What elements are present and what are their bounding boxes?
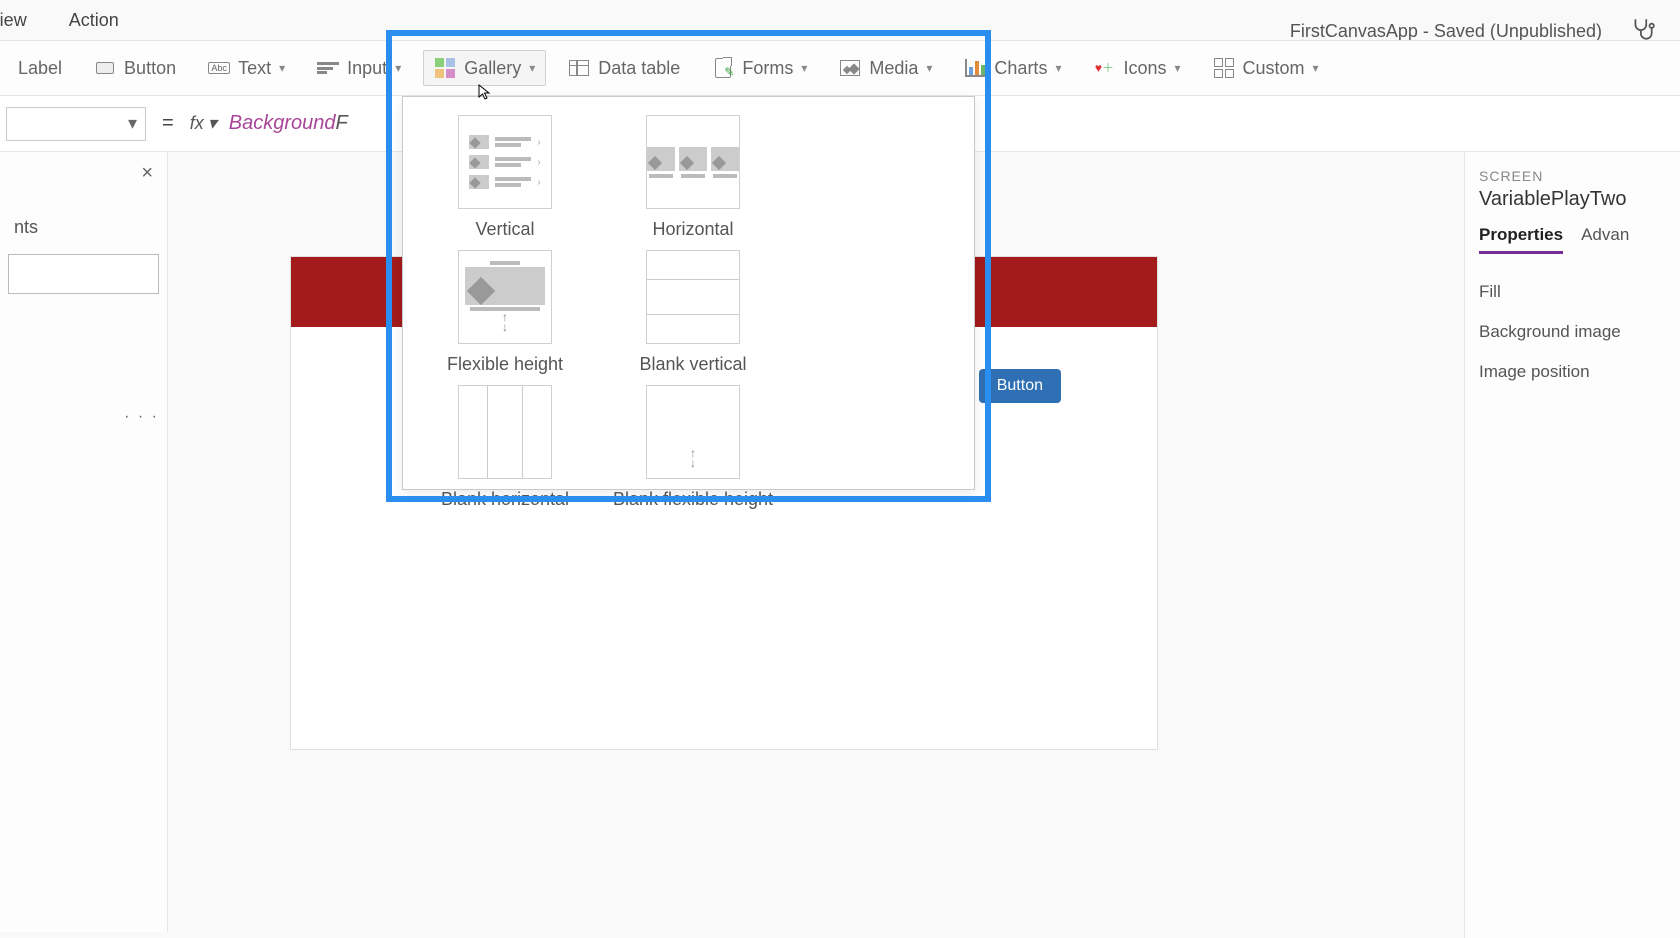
ribbon-icons-text: Icons bbox=[1123, 58, 1166, 79]
input-icon bbox=[317, 57, 339, 79]
chevron-down-icon: ▾ bbox=[926, 61, 932, 75]
ribbon-gallery[interactable]: Gallery ▾ bbox=[423, 50, 546, 86]
formula-suffix: F bbox=[336, 112, 348, 134]
chevron-down-icon: ▾ bbox=[1175, 61, 1181, 75]
ribbon-forms-text: Forms bbox=[742, 58, 793, 79]
ribbon-data-table-text: Data table bbox=[598, 58, 680, 79]
screen-name: VariablePlayTwo bbox=[1479, 188, 1666, 211]
panel-heading: SCREEN bbox=[1479, 168, 1666, 184]
ribbon-charts[interactable]: Charts ▾ bbox=[954, 51, 1071, 85]
menu-view[interactable]: View bbox=[0, 10, 27, 31]
prop-image-position[interactable]: Image position bbox=[1479, 352, 1666, 392]
ribbon-charts-text: Charts bbox=[994, 58, 1047, 79]
ribbon-input[interactable]: Input ▾ bbox=[307, 51, 411, 85]
left-panel: × nts · · · bbox=[0, 152, 168, 932]
charts-icon bbox=[964, 57, 986, 79]
canvas-button[interactable]: Button bbox=[979, 369, 1061, 403]
gallery-icon bbox=[434, 57, 456, 79]
menu-action[interactable]: Action bbox=[69, 10, 119, 31]
thumbnail-icon bbox=[646, 250, 740, 344]
gallery-option-blank-flexible-height[interactable]: ↑↓ Blank flexible height bbox=[599, 385, 787, 510]
chevron-down-icon: ▾ bbox=[128, 113, 137, 134]
tab-properties[interactable]: Properties bbox=[1479, 225, 1563, 254]
ribbon-forms[interactable]: Forms ▾ bbox=[702, 51, 817, 85]
chevron-down-icon: ▾ bbox=[529, 61, 535, 75]
gallery-option-vertical[interactable]: › › › Vertical bbox=[411, 115, 599, 240]
ribbon-data-table[interactable]: Data table bbox=[558, 51, 690, 85]
properties-panel: SCREEN VariablePlayTwo Properties Advan … bbox=[1464, 152, 1680, 938]
option-label: Blank flexible height bbox=[613, 489, 773, 510]
form-icon bbox=[712, 57, 734, 79]
button-icon bbox=[94, 57, 116, 79]
tab-advanced[interactable]: Advan bbox=[1581, 225, 1629, 254]
left-heading: nts bbox=[0, 195, 167, 248]
ribbon-text[interactable]: Abc Text ▾ bbox=[198, 51, 295, 85]
gallery-option-flexible-height[interactable]: ↑↓ Flexible height bbox=[411, 250, 599, 375]
option-label: Horizontal bbox=[652, 219, 733, 240]
text-icon: Abc bbox=[208, 57, 230, 79]
ribbon-input-text: Input bbox=[347, 58, 387, 79]
chevron-down-icon: ▾ bbox=[208, 113, 217, 134]
custom-icon bbox=[1213, 57, 1235, 79]
ribbon-button-text: Button bbox=[124, 58, 176, 79]
prop-fill[interactable]: Fill bbox=[1479, 272, 1666, 312]
ribbon-gallery-text: Gallery bbox=[464, 58, 521, 79]
ribbon-media-text: Media bbox=[869, 58, 918, 79]
thumbnail-icon bbox=[646, 115, 740, 209]
thumbnail-icon bbox=[458, 385, 552, 479]
fx-label: fx bbox=[190, 113, 204, 134]
ribbon: Label Button Abc Text ▾ Input ▾ Gallery … bbox=[0, 40, 1680, 96]
ribbon-button[interactable]: Button bbox=[84, 51, 186, 85]
formula-prefix: Background bbox=[229, 112, 336, 134]
more-icon[interactable]: · · · bbox=[124, 408, 159, 426]
gallery-option-blank-horizontal[interactable]: Blank horizontal bbox=[411, 385, 599, 510]
thumbnail-icon: ↑↓ bbox=[458, 250, 552, 344]
thumbnail-icon: › › › bbox=[458, 115, 552, 209]
prop-background-image[interactable]: Background image bbox=[1479, 312, 1666, 352]
panel-tabs: Properties Advan bbox=[1479, 225, 1666, 254]
media-icon bbox=[839, 57, 861, 79]
tree-item[interactable]: · · · bbox=[0, 398, 167, 436]
ribbon-label-text: Label bbox=[18, 58, 62, 79]
ribbon-text-text: Text bbox=[238, 58, 271, 79]
chevron-down-icon: ▾ bbox=[1055, 61, 1061, 75]
ribbon-custom-text: Custom bbox=[1243, 58, 1305, 79]
search-input[interactable] bbox=[8, 254, 159, 294]
gallery-option-blank-vertical[interactable]: Blank vertical bbox=[599, 250, 787, 375]
ribbon-media[interactable]: Media ▾ bbox=[829, 51, 942, 85]
option-label: Blank vertical bbox=[639, 354, 746, 375]
thumbnail-icon: ↑↓ bbox=[646, 385, 740, 479]
ribbon-label[interactable]: Label bbox=[8, 52, 72, 85]
formula-text[interactable]: BackgroundF bbox=[229, 112, 348, 135]
option-label: Blank horizontal bbox=[441, 489, 569, 510]
ribbon-icons[interactable]: ♥＋ Icons ▾ bbox=[1083, 51, 1190, 85]
app-title: FirstCanvasApp - Saved (Unpublished) bbox=[1290, 21, 1602, 42]
option-label: Flexible height bbox=[447, 354, 563, 375]
ribbon-custom[interactable]: Custom ▾ bbox=[1203, 51, 1329, 85]
gallery-dropdown: › › › Vertical Horizontal ↑↓ Flexible he… bbox=[402, 96, 975, 490]
table-icon bbox=[568, 57, 590, 79]
fx-button[interactable]: fx▾ bbox=[190, 113, 217, 134]
chevron-down-icon: ▾ bbox=[279, 61, 285, 75]
property-dropdown[interactable]: ▾ bbox=[6, 107, 146, 141]
icons-icon: ♥＋ bbox=[1093, 57, 1115, 79]
chevron-down-icon: ▾ bbox=[1313, 61, 1319, 75]
option-label: Vertical bbox=[475, 219, 534, 240]
chevron-down-icon: ▾ bbox=[801, 61, 807, 75]
close-icon[interactable]: × bbox=[141, 162, 153, 185]
gallery-option-horizontal[interactable]: Horizontal bbox=[599, 115, 787, 240]
chevron-down-icon: ▾ bbox=[395, 61, 401, 75]
equals-sign: = bbox=[162, 112, 174, 135]
